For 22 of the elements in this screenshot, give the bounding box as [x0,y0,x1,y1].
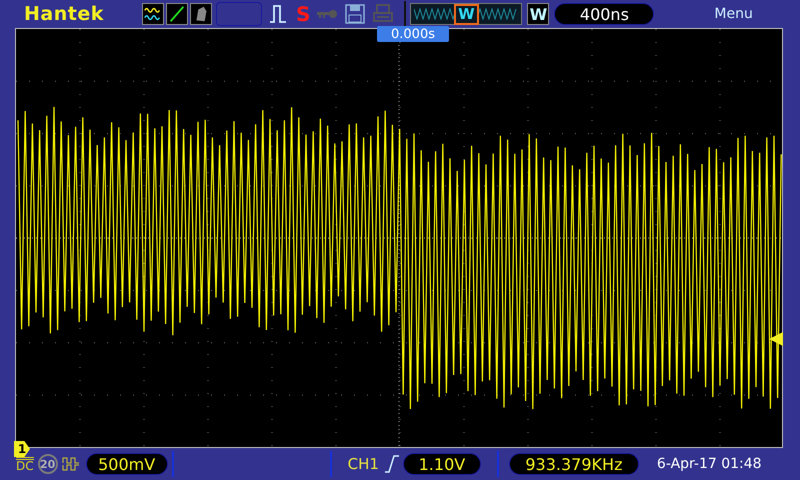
invert-icon [62,457,80,471]
window-position-marker[interactable]: W [454,4,479,24]
menu-button[interactable]: Menu [714,6,753,22]
date-time: 6-Apr-17 01:48 [656,456,762,472]
waveform-display-icon[interactable] [142,3,164,25]
brand-logo: Hantek [24,3,105,25]
trigger-source-label: CH1 [348,455,379,473]
trigger-level-marker [769,332,783,346]
rising-edge-icon [384,455,399,473]
window-mode-button[interactable]: W [527,3,550,25]
frequency-readout: 933.379KHz [508,453,639,475]
persistence-icon[interactable] [190,3,212,25]
timebase-value: 400ns [554,3,654,25]
xy-mode-icon[interactable] [166,3,188,25]
bandwidth-limit-indicator: 20 [38,454,58,474]
trigger-position-label: 0.000s [377,26,449,42]
save-icon[interactable] [344,3,366,25]
channel-ground-marker: 1 [14,441,30,457]
coupling-label: DC [16,456,34,472]
status-slot [216,2,262,26]
trigger-level-value: 1.10V [402,453,481,475]
volts-per-div-value: 500mV [86,453,168,475]
